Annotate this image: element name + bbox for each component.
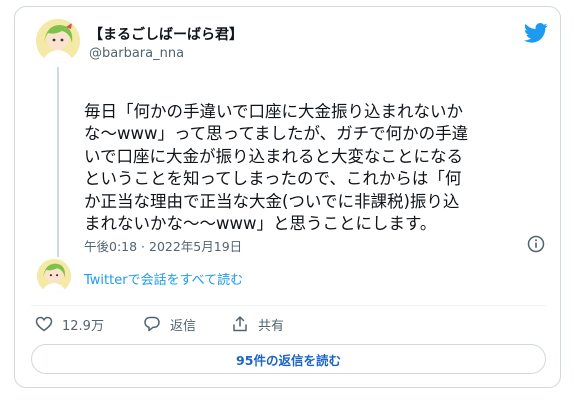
- reply-icon: [144, 316, 160, 332]
- twitter-bird-icon[interactable]: [524, 23, 548, 43]
- tweet-text: 毎日「何かの手違いで口座に大金振り込まれないか な〜www」って思ってましたが、…: [84, 78, 554, 236]
- read-replies-button[interactable]: 95件の返信を読む: [31, 344, 546, 374]
- divider: [31, 305, 546, 306]
- share-label: 共有: [258, 318, 285, 334]
- tweet-card: 【まるごしばーばら君】 @barbara_nna 毎日「何かの手違いで口座に大金…: [14, 6, 561, 388]
- like-button[interactable]: 12.9万: [35, 314, 104, 334]
- reply-label: 返信: [170, 318, 197, 334]
- like-count: 12.9万: [62, 318, 104, 334]
- handle[interactable]: @barbara_nna: [89, 46, 184, 61]
- timestamp[interactable]: 午後0:18 · 2022年5月19日: [84, 236, 242, 255]
- share-button[interactable]: 共有: [231, 314, 284, 334]
- tweet-text-line: 毎日「何かの手違いで口座に大金振り込まれないか: [84, 101, 464, 121]
- heart-icon: [35, 316, 53, 332]
- tweet-text-line: まれないかな〜〜www」と思うことにします。: [84, 214, 437, 233]
- thread-line: [57, 67, 59, 257]
- avatar[interactable]: [36, 19, 80, 63]
- display-name[interactable]: 【まるごしばーばら君】: [89, 24, 243, 44]
- tweet-text-line: か正当な理由で正当な大金(ついでに非課税)振り込: [84, 191, 460, 211]
- avatar-small[interactable]: [37, 259, 71, 293]
- tweet-text-line: な〜www」って思ってましたが、ガチで何かの手違: [84, 124, 469, 143]
- reply-button[interactable]: 返信: [143, 314, 196, 334]
- share-icon: [233, 316, 247, 332]
- tweet-text-line: ということを知ってしまったので、これからは「何: [84, 169, 462, 188]
- tweet-text-line: いで口座に大金が振り込まれると大変なことになる: [84, 146, 464, 166]
- read-replies-label: 95件の返信を読む: [236, 352, 341, 368]
- info-icon[interactable]: [527, 235, 545, 253]
- read-conversation-link[interactable]: Twitterで会話をすべて読む: [84, 269, 243, 288]
